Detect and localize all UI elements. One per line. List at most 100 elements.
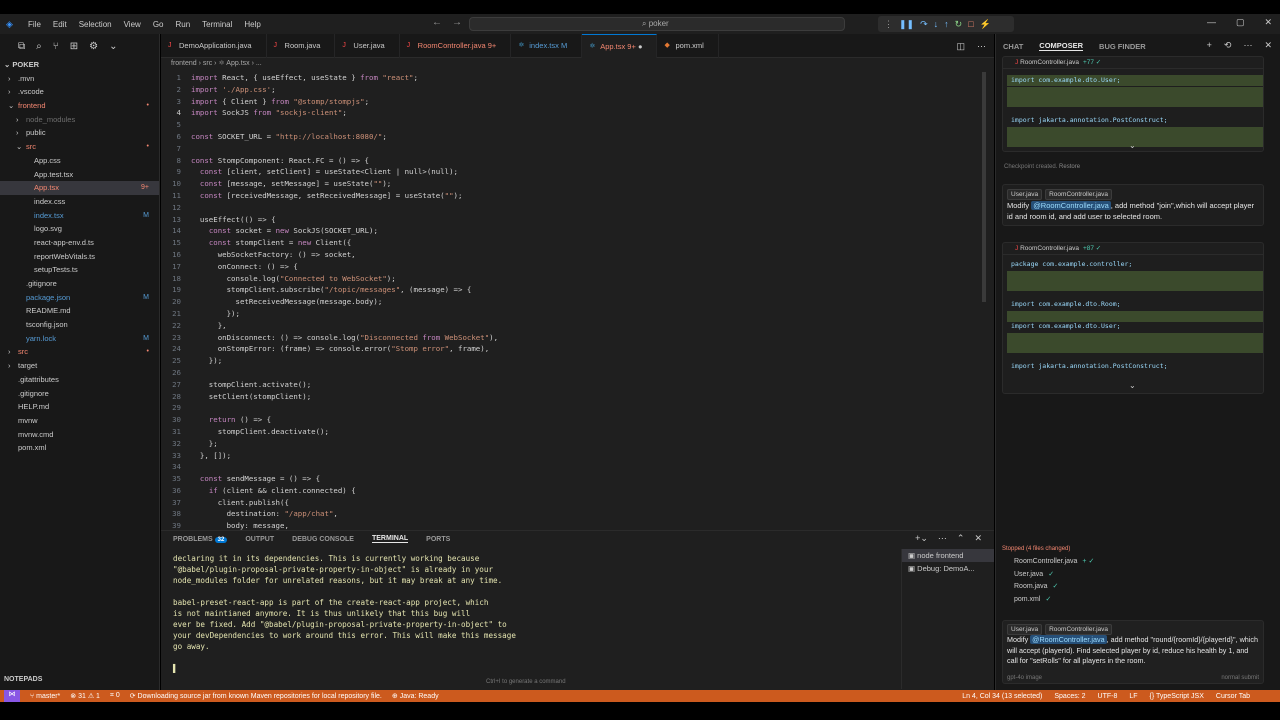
menu-run[interactable]: Run: [169, 20, 196, 29]
more-actions-icon[interactable]: ⋯: [1243, 40, 1252, 51]
tree-item[interactable]: App.tsx 9+: [0, 181, 159, 195]
tree-item[interactable]: tsconfig.json: [0, 318, 159, 332]
tab-composer[interactable]: COMPOSER: [1039, 41, 1084, 51]
restart-icon[interactable]: ↻: [955, 19, 963, 30]
changed-file[interactable]: Room.java ✓: [1002, 581, 1264, 594]
model-selector[interactable]: gpt-4o image: [1007, 675, 1042, 681]
tab-bug-finder[interactable]: BUG FINDER: [1099, 42, 1146, 51]
changed-file[interactable]: pom.xml ✓: [1002, 594, 1264, 607]
line-endings[interactable]: LF: [1129, 693, 1137, 700]
cursor-tab-status[interactable]: Cursor Tab: [1216, 693, 1250, 700]
user-message-1[interactable]: User.java RoomController.java Modify @Roo…: [1002, 184, 1264, 226]
chevron-down-icon[interactable]: ⌄: [1129, 141, 1136, 150]
changed-file[interactable]: RoomController.java + ✓: [1002, 556, 1264, 569]
tree-item[interactable]: index.css: [0, 195, 159, 209]
diff-card-1[interactable]: J RoomController.java +77 ✓ import com.ex…: [1002, 56, 1264, 152]
back-arrow-icon[interactable]: ←: [432, 17, 442, 28]
editor-tab[interactable]: J User.java: [335, 34, 400, 58]
new-terminal-icon[interactable]: +⌄: [915, 533, 928, 544]
source-control-icon[interactable]: ⑂: [53, 41, 59, 52]
ports-status[interactable]: ⌗ 0: [110, 692, 120, 700]
tree-item[interactable]: › src •: [0, 345, 159, 359]
step-into-icon[interactable]: ↓: [934, 19, 939, 29]
unsaved-dot-icon[interactable]: ●: [636, 42, 643, 51]
close-window-icon[interactable]: ✕: [1264, 17, 1272, 28]
tree-item[interactable]: App.css: [0, 154, 159, 168]
tree-item[interactable]: › .vscode: [0, 85, 159, 99]
tree-item[interactable]: .gitignore: [0, 277, 159, 291]
tree-item[interactable]: › target: [0, 359, 159, 373]
branch-status[interactable]: ⑂ master*: [30, 693, 60, 700]
panel-tab-ports[interactable]: PORTS: [426, 536, 450, 543]
tree-item[interactable]: logo.svg: [0, 222, 159, 236]
more-actions-icon[interactable]: ⋯: [977, 41, 986, 52]
restore-link[interactable]: Restore: [1059, 164, 1080, 170]
cursor-position[interactable]: Ln 4, Col 34 (13 selected): [962, 693, 1042, 700]
extensions-icon[interactable]: ⊞: [70, 41, 78, 52]
editor-tab[interactable]: ⚛ index.tsx M: [511, 34, 583, 58]
tree-item[interactable]: .gitattributes: [0, 373, 159, 387]
panel-tab-debug-console[interactable]: DEBUG CONSOLE: [292, 536, 354, 543]
hot-code-replace-icon[interactable]: ⚡: [980, 19, 991, 30]
terminal-instance[interactable]: ▣ Debug: DemoA...: [902, 562, 994, 575]
context-chip[interactable]: RoomController.java: [1045, 189, 1112, 200]
command-center-search[interactable]: ⌕ poker: [469, 17, 845, 31]
tree-item[interactable]: mvnw.cmd: [0, 428, 159, 442]
changed-file[interactable]: User.java ✓: [1002, 569, 1264, 582]
history-icon[interactable]: ⟲: [1224, 40, 1232, 51]
step-out-icon[interactable]: ↑: [944, 19, 949, 29]
maximize-panel-icon[interactable]: ⌃: [957, 533, 965, 544]
editor-tab[interactable]: J DemoApplication.java: [161, 34, 267, 58]
tree-item[interactable]: package.json M: [0, 291, 159, 305]
editor-tab[interactable]: ◆ pom.xml: [657, 34, 719, 58]
split-editor-icon[interactable]: ◫: [956, 41, 965, 52]
drag-handle-icon[interactable]: ⋮: [884, 19, 893, 30]
code-editor[interactable]: 1 import React, { useEffect, useState } f…: [161, 72, 994, 530]
breadcrumb[interactable]: frontend › src › ⚛ App.tsx › ...: [161, 58, 994, 70]
menu-file[interactable]: File: [22, 20, 47, 29]
panel-tab-output[interactable]: OUTPUT: [245, 536, 274, 543]
chevron-down-icon[interactable]: ⌄: [1129, 381, 1136, 390]
search-sidebar-icon[interactable]: ⌕: [36, 41, 42, 52]
tree-item[interactable]: ⌄ frontend •: [0, 99, 159, 113]
tree-item[interactable]: mvnw: [0, 414, 159, 428]
new-composer-icon[interactable]: +: [1207, 40, 1212, 51]
tree-item[interactable]: pom.xml: [0, 441, 159, 455]
tree-item[interactable]: App.test.tsx: [0, 168, 159, 182]
terminal-instance[interactable]: ▣ node frontend: [902, 549, 994, 562]
tree-item[interactable]: › .mvn: [0, 72, 159, 86]
editor-tab[interactable]: J Room.java: [267, 34, 336, 58]
menu-edit[interactable]: Edit: [47, 20, 73, 29]
menu-view[interactable]: View: [118, 20, 147, 29]
java-status[interactable]: ⊕ Java: Ready: [392, 692, 439, 700]
pause-icon[interactable]: ❚❚: [899, 19, 914, 30]
tree-item[interactable]: reportWebVitals.ts: [0, 250, 159, 264]
tab-chat[interactable]: CHAT: [1003, 42, 1023, 51]
composer-input[interactable]: User.java RoomController.java Modify @Roo…: [1002, 620, 1264, 684]
context-chip[interactable]: RoomController.java: [1045, 624, 1112, 635]
tree-item[interactable]: setupTests.ts: [0, 263, 159, 277]
panel-tab-terminal[interactable]: TERMINAL: [371, 535, 409, 543]
remote-icon[interactable]: ⋈: [4, 690, 20, 702]
files-icon[interactable]: ⧉: [18, 41, 25, 52]
tree-item[interactable]: index.tsx M: [0, 209, 159, 223]
menu-go[interactable]: Go: [147, 20, 170, 29]
tree-item[interactable]: .gitignore: [0, 387, 159, 401]
tree-item[interactable]: › public: [0, 126, 159, 140]
notepads-section[interactable]: NOTEPADS: [0, 676, 160, 688]
editor-tab[interactable]: J RoomController.java 9+: [400, 34, 512, 58]
tree-item[interactable]: README.md: [0, 304, 159, 318]
close-icon[interactable]: ✕: [1264, 40, 1272, 51]
indentation[interactable]: Spaces: 2: [1054, 693, 1085, 700]
close-panel-icon[interactable]: ✕: [974, 533, 982, 544]
forward-arrow-icon[interactable]: →: [452, 17, 462, 28]
terminal-output[interactable]: declaring it in its dependencies. This i…: [173, 553, 893, 691]
editor-scrollbar[interactable]: [982, 72, 986, 302]
step-over-icon[interactable]: ↷: [920, 19, 928, 30]
maximize-icon[interactable]: ▢: [1236, 17, 1245, 28]
language-mode[interactable]: {} TypeScript JSX: [1150, 693, 1204, 700]
panel-tab-problems[interactable]: PROBLEMS 32: [173, 536, 228, 543]
tree-item[interactable]: › node_modules: [0, 113, 159, 127]
tree-item[interactable]: yarn.lock M: [0, 332, 159, 346]
menu-help[interactable]: Help: [238, 20, 266, 29]
